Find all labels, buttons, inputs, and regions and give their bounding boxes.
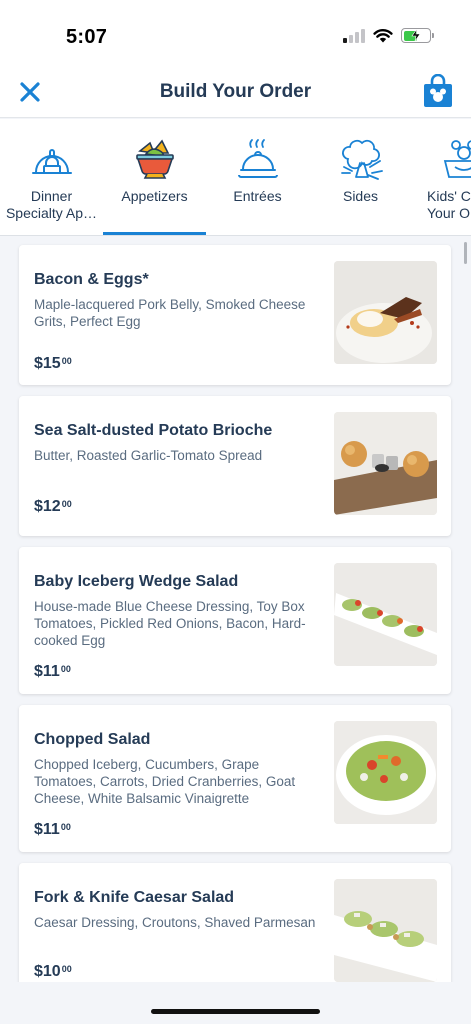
cellular-signal-icon (343, 28, 365, 43)
wifi-icon (373, 29, 393, 43)
page-title: Build Your Order (159, 81, 312, 102)
item-name: Bacon & Eggs* (34, 271, 149, 288)
item-name: Baby Iceberg Wedge Salad (34, 573, 239, 590)
menu-item-card[interactable]: Sea Salt-dusted Potato Brioche Butter, R… (19, 396, 451, 536)
menu-item-card[interactable]: Bacon & Eggs* Maple-lacquered Pork Belly… (19, 245, 451, 385)
item-description: Butter, Roasted Garlic-Tomato Spread (34, 448, 263, 463)
item-name: Sea Salt-dusted Potato Brioche (34, 422, 273, 439)
status-icons (343, 28, 434, 43)
tab-label: Appetizers (121, 188, 188, 204)
tab-label: Entrées (233, 188, 282, 204)
item-photo (334, 261, 437, 364)
battery-charging-icon (401, 28, 434, 43)
item-price: $1000 (34, 963, 72, 980)
shopping-bag-button[interactable] (423, 73, 453, 108)
item-description: Caesar Dressing, Croutons, Shaved Parmes… (34, 915, 316, 930)
item-photo (334, 412, 437, 515)
kids-meal-icon (443, 140, 471, 178)
item-description: House-made Blue Cheese Dressing, Toy Box… (34, 599, 306, 648)
item-price: $1100 (34, 821, 71, 838)
tab-label: Dinner Specialty Ap… (5, 188, 98, 221)
shopping-bag-icon (424, 73, 452, 107)
item-price: $1100 (34, 663, 71, 680)
menu-item-card[interactable]: Chopped Salad Chopped Iceberg, Cucumbers… (19, 705, 451, 852)
tab-entrees[interactable]: Entrées (206, 119, 309, 235)
item-price: $1500 (34, 355, 72, 372)
tab-appetizers[interactable]: Appetizers (103, 119, 206, 235)
menu-item-list[interactable]: Bacon & Eggs* Maple-lacquered Pork Belly… (0, 236, 471, 982)
menu-item-card[interactable]: Fork & Knife Caesar Salad Caesar Dressin… (19, 863, 451, 982)
header: Build Your Order (0, 70, 471, 118)
tab-label: Sides (342, 188, 379, 204)
item-description: Chopped Iceberg, Cucumbers, Grape Tomato… (34, 757, 296, 806)
status-time: 5:07 (66, 26, 108, 48)
item-name: Chopped Salad (34, 731, 151, 748)
status-bar: 5:07 (0, 0, 471, 70)
item-description: Maple-lacquered Pork Belly, Smoked Chees… (34, 297, 306, 329)
covered-dish-icon (237, 139, 278, 178)
item-photo (334, 879, 437, 982)
home-indicator[interactable] (151, 1009, 320, 1014)
tab-label: Kids' Cr Your O (427, 188, 471, 221)
item-price: $1200 (34, 498, 72, 515)
category-tabs: Dinner Specialty Ap… Appetizers Entrées (0, 119, 471, 236)
broccoli-icon (340, 139, 383, 180)
item-photo (334, 563, 437, 666)
cloche-lock-icon (31, 149, 72, 174)
tab-dinner-specialty[interactable]: Dinner Specialty Ap… (0, 119, 103, 235)
menu-item-card[interactable]: Baby Iceberg Wedge Salad House-made Blue… (19, 547, 451, 694)
nacho-bowl-icon (135, 139, 174, 179)
tab-kids-create[interactable]: Kids' Cr Your O (412, 119, 471, 235)
tab-sides[interactable]: Sides (309, 119, 412, 235)
scrollbar[interactable] (464, 242, 467, 264)
item-photo (334, 721, 437, 824)
item-name: Fork & Knife Caesar Salad (34, 889, 235, 906)
bottom-safe-area (0, 982, 471, 1024)
